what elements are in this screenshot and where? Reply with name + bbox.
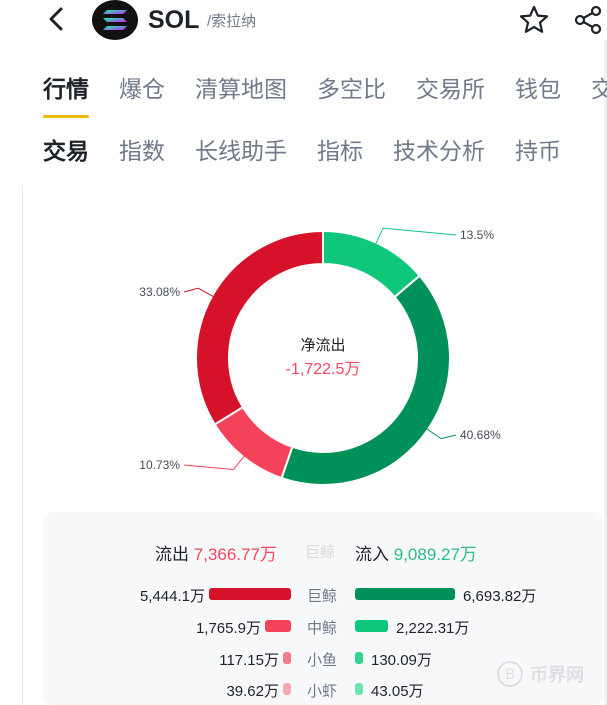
outflow-amount: 117.15万 xyxy=(219,652,279,669)
slice-leader-line xyxy=(374,227,457,247)
category-label: 小鱼 xyxy=(307,652,338,669)
inflow-bar xyxy=(355,652,363,664)
tab-wallet[interactable]: 钱包 xyxy=(515,70,561,104)
tab-technical-analysis[interactable]: 技术分析 xyxy=(393,132,485,166)
back-arrow-icon[interactable] xyxy=(44,6,70,32)
symbol-title: SOL xyxy=(148,6,200,34)
tab-indicators[interactable]: 指标 xyxy=(317,132,363,166)
tab-long-term-assistant[interactable]: 长线助手 xyxy=(195,132,287,166)
sol-logo-icon xyxy=(92,0,138,40)
inflow-summary: 流入 9,089.27万 xyxy=(355,540,477,565)
inflow-amount: 2,222.31万 xyxy=(396,620,470,637)
svg-text:B: B xyxy=(505,667,515,683)
outflow-bar xyxy=(283,652,291,664)
tab-more[interactable]: 交 xyxy=(591,70,607,104)
flow-donut-chart: 13.5% 40.68% 10.73% 33.08% 净流出 -1,722.5万 xyxy=(139,227,501,486)
inflow-amount: 130.09万 xyxy=(371,652,432,669)
watermark: B 币界网 xyxy=(496,660,584,688)
inflow-label: 流入 xyxy=(355,545,389,564)
outflow-amount: 39.62万 xyxy=(226,683,279,700)
donut-center-label: 净流出 xyxy=(300,337,345,354)
tab-exchange[interactable]: 交易所 xyxy=(416,70,485,104)
inflow-amount: 6,693.82万 xyxy=(463,588,537,605)
outflow-summary: 流出 7,366.77万 xyxy=(155,540,277,565)
flow-row: 5,444.1万 巨鲸 6,693.82万 xyxy=(0,583,607,607)
donut-slice[interactable] xyxy=(280,274,451,486)
donut-center-value: -1,722.5万 xyxy=(286,361,361,378)
share-icon[interactable] xyxy=(572,4,604,36)
tab-liquidation-map[interactable]: 清算地图 xyxy=(195,70,287,104)
inflow-bar xyxy=(355,620,388,632)
slice-leader-line xyxy=(183,453,247,471)
star-icon[interactable] xyxy=(518,4,550,36)
inflow-bar xyxy=(355,588,455,600)
slice-label: 10.73% xyxy=(139,458,180,472)
symbol-subtitle: /索拉纳 xyxy=(207,13,257,30)
primary-tabs: 行情 爆仓 清算地图 多空比 交易所 钱包 交 xyxy=(43,70,607,118)
watermark-logo-icon: B xyxy=(497,661,523,687)
outflow-bar xyxy=(283,683,291,695)
flow-row: 1,765.9万 中鲸 2,222.31万 xyxy=(0,615,607,639)
donut-slice[interactable] xyxy=(195,229,324,426)
watermark-text: 币界网 xyxy=(530,665,584,685)
outflow-amount: 5,444.1万 xyxy=(139,588,205,605)
slice-label: 13.5% xyxy=(460,228,494,242)
tab-market[interactable]: 行情 xyxy=(43,70,89,118)
category-label: 巨鲸 xyxy=(307,588,338,605)
tab-trade[interactable]: 交易 xyxy=(43,132,89,166)
secondary-tabs: 交易 指数 长线助手 指标 技术分析 持币 xyxy=(43,132,591,166)
tab-holdings[interactable]: 持币 xyxy=(515,132,561,166)
category-label: 小虾 xyxy=(307,683,338,700)
category-label: 中鲸 xyxy=(307,620,338,637)
outflow-label: 流出 xyxy=(155,545,189,564)
tab-index[interactable]: 指数 xyxy=(119,132,165,166)
summary-ghost-label: 巨鲸 xyxy=(305,544,336,561)
slice-label: 33.08% xyxy=(139,285,180,299)
outflow-value: 7,366.77万 xyxy=(193,545,277,564)
tab-liquidation[interactable]: 爆仓 xyxy=(119,70,165,104)
tab-long-short-ratio[interactable]: 多空比 xyxy=(317,70,386,104)
slice-label: 40.68% xyxy=(460,428,501,442)
inflow-value: 9,089.27万 xyxy=(393,545,477,564)
inflow-amount: 43.05万 xyxy=(371,683,424,700)
inflow-bar xyxy=(355,683,363,695)
outflow-amount: 1,765.9万 xyxy=(195,620,261,637)
outflow-bar xyxy=(265,620,291,632)
outflow-bar xyxy=(209,588,291,600)
